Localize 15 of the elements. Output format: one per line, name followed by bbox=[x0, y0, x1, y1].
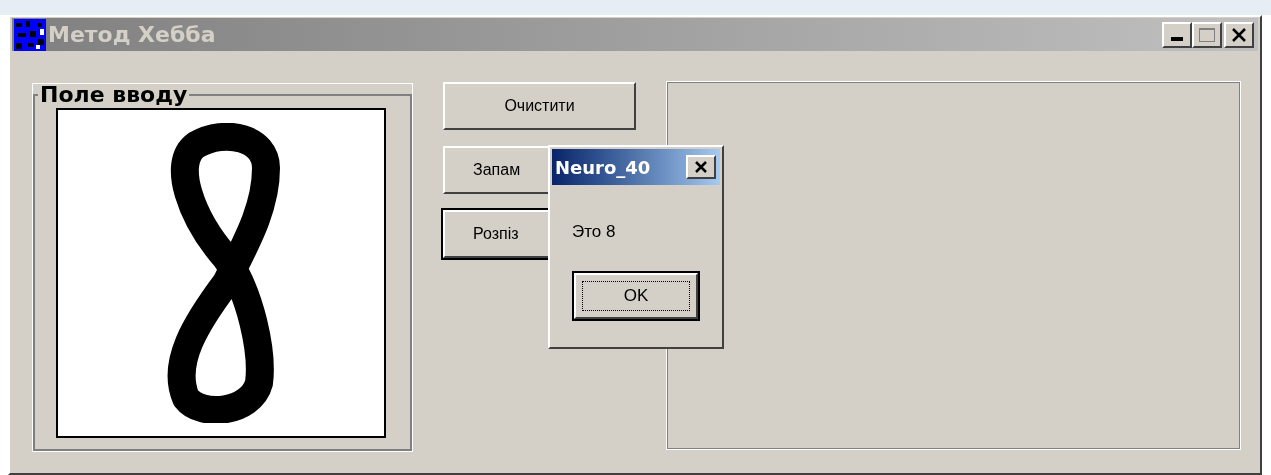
maximize-icon bbox=[1199, 27, 1215, 42]
close-icon bbox=[1231, 27, 1247, 42]
dialog-message: Это 8 bbox=[572, 221, 617, 243]
action-button[interactable]: Очистити bbox=[443, 82, 636, 130]
maximize-button[interactable] bbox=[1192, 21, 1222, 48]
ok-button[interactable]: OK bbox=[574, 272, 698, 319]
app-icon bbox=[14, 18, 46, 51]
dialog-close-button[interactable] bbox=[686, 155, 716, 179]
close-button[interactable] bbox=[1224, 21, 1254, 48]
drawing-canvas[interactable] bbox=[56, 108, 386, 438]
group-label: Поле вводу bbox=[39, 84, 189, 106]
close-icon bbox=[694, 161, 708, 173]
minimize-icon bbox=[1171, 36, 1183, 41]
window-title: Метод Хебба bbox=[48, 21, 216, 49]
minimize-button[interactable] bbox=[1162, 21, 1192, 48]
